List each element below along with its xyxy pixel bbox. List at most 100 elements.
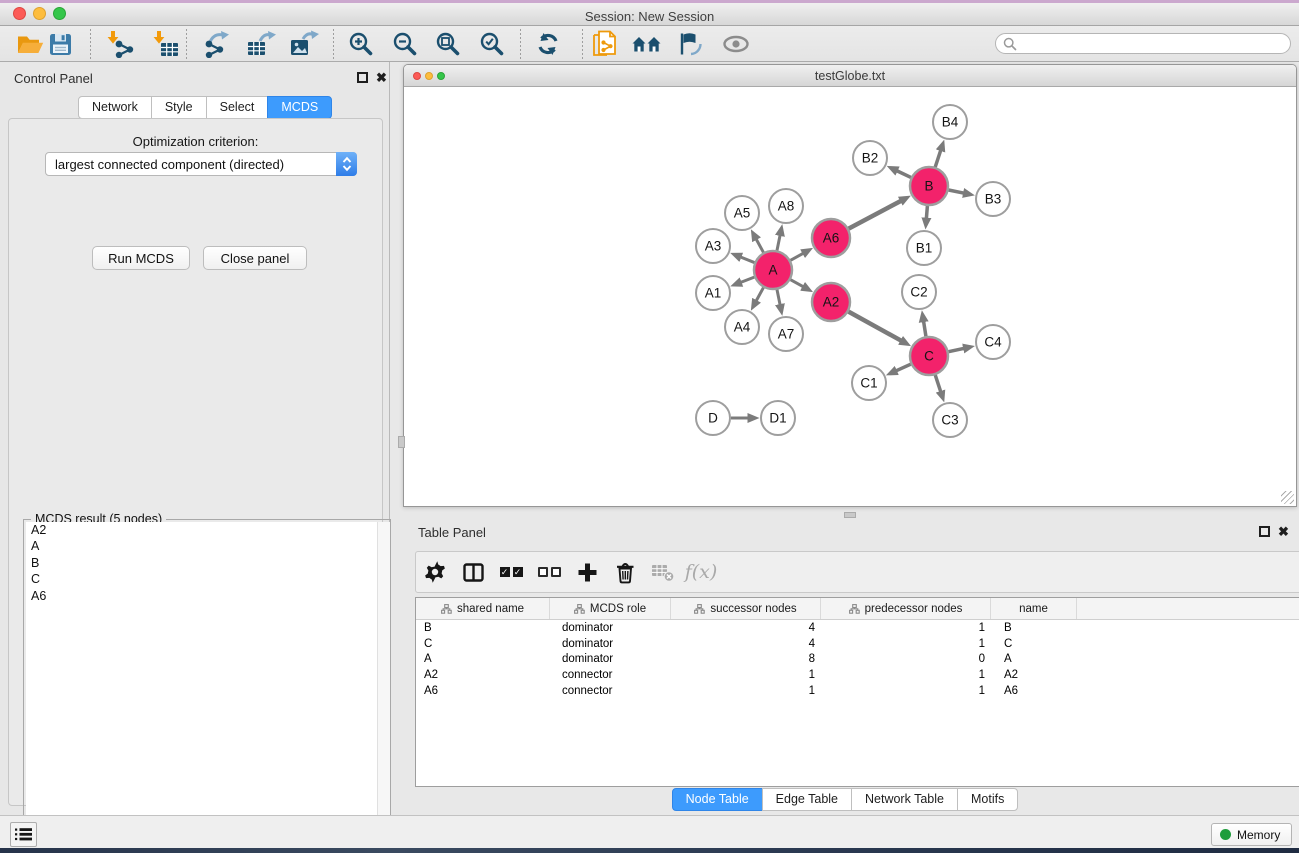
result-item[interactable]: A6 [26, 588, 390, 605]
close-table-panel-icon[interactable]: ✖ [1278, 526, 1289, 537]
search-input[interactable] [995, 33, 1291, 54]
save-session-button[interactable] [45, 29, 75, 59]
tab-style[interactable]: Style [151, 96, 207, 119]
show-hide-button[interactable] [721, 29, 751, 59]
network-window-titlebar[interactable]: testGlobe.txt [404, 65, 1296, 87]
float-panel-icon[interactable] [357, 72, 368, 83]
node-B[interactable]: B [910, 167, 948, 205]
node-A[interactable]: A [754, 251, 792, 289]
tab-mcds[interactable]: MCDS [267, 96, 332, 119]
node-D[interactable]: D [696, 401, 730, 435]
table-splitter-handle[interactable] [844, 512, 856, 518]
node-C4[interactable]: C4 [976, 325, 1010, 359]
edge-B-B1[interactable] [926, 206, 927, 218]
tab-motifs[interactable]: Motifs [957, 788, 1018, 811]
float-table-panel-icon[interactable] [1259, 526, 1270, 537]
task-history-button[interactable] [10, 822, 37, 847]
close-panel-button[interactable]: Close panel [203, 246, 307, 270]
column-header-successor-nodes[interactable]: successor nodes [671, 598, 821, 619]
zoom-out-button[interactable] [390, 29, 420, 59]
node-A1[interactable]: A1 [696, 276, 730, 310]
node-A8[interactable]: A8 [769, 189, 803, 223]
edge-B-B2[interactable] [897, 171, 911, 178]
export-network-button[interactable] [203, 29, 233, 59]
table-split-view-button[interactable] [454, 563, 492, 582]
node-A7[interactable]: A7 [769, 317, 803, 351]
node-A5[interactable]: A5 [725, 196, 759, 230]
node-B3[interactable]: B3 [976, 182, 1010, 216]
edge-A-A5[interactable] [756, 239, 763, 252]
node-C2[interactable]: C2 [902, 275, 936, 309]
window-resize-grip[interactable] [1281, 491, 1294, 504]
node-A3[interactable]: A3 [696, 229, 730, 263]
flag-visibility-button[interactable] [675, 29, 705, 59]
close-panel-icon[interactable]: ✖ [376, 72, 387, 83]
export-image-button[interactable] [289, 29, 319, 59]
node-A6[interactable]: A6 [812, 219, 850, 257]
mcds-result-list[interactable]: A2ABCA6 [26, 522, 390, 853]
edge-C-C3[interactable] [935, 375, 940, 391]
column-header-MCDS-role[interactable]: MCDS role [550, 598, 671, 619]
edge-C-C2[interactable] [924, 322, 926, 337]
node-B4[interactable]: B4 [933, 105, 967, 139]
edge-A6-B[interactable] [849, 201, 901, 229]
edge-B-B3[interactable] [949, 190, 964, 193]
node-B1[interactable]: B1 [907, 231, 941, 265]
edge-A-A3[interactable] [741, 257, 755, 262]
edge-B-B4[interactable] [935, 151, 940, 167]
table-row[interactable]: A2connector11A2 [416, 667, 1299, 683]
delete-columns-button[interactable] [606, 561, 644, 584]
node-C3[interactable]: C3 [933, 403, 967, 437]
tab-network-table[interactable]: Network Table [851, 788, 958, 811]
node-C1[interactable]: C1 [852, 366, 886, 400]
add-column-button[interactable] [568, 562, 606, 583]
network-canvas[interactable]: A A1 A2 A3 A4 A5 A6 A7 A8 B B1 B2 B3 B4 C C1 C2 C3 C4 D D1 [405, 87, 1297, 507]
edge-C-C4[interactable] [949, 348, 964, 351]
tab-select[interactable]: Select [206, 96, 269, 119]
home-layout-button[interactable] [632, 29, 662, 59]
result-item[interactable]: C [26, 572, 390, 589]
tab-edge-table[interactable]: Edge Table [762, 788, 852, 811]
result-item[interactable]: A [26, 539, 390, 556]
run-mcds-button[interactable]: Run MCDS [92, 246, 190, 270]
zoom-in-button[interactable] [346, 29, 376, 59]
table-row[interactable]: Cdominator41C [416, 636, 1299, 652]
column-header-name[interactable]: name [991, 598, 1077, 619]
panel-splitter-handle[interactable] [398, 436, 405, 448]
edge-A2-C[interactable] [849, 312, 901, 341]
unselect-all-columns-button[interactable] [530, 567, 568, 577]
edge-A-A2[interactable] [791, 280, 803, 287]
tab-node-table[interactable]: Node Table [672, 788, 763, 811]
export-table-button[interactable] [246, 29, 276, 59]
table-row[interactable]: A6connector11A6 [416, 683, 1299, 699]
refresh-view-button[interactable] [533, 29, 563, 59]
node-D1[interactable]: D1 [761, 401, 795, 435]
memory-button[interactable]: Memory [1211, 823, 1292, 846]
import-network-button[interactable] [105, 29, 135, 59]
function-builder-button[interactable]: f(x) [682, 561, 720, 583]
result-item[interactable]: B [26, 555, 390, 572]
node-A4[interactable]: A4 [725, 310, 759, 344]
edge-A-A4[interactable] [756, 288, 763, 301]
table-settings-button[interactable] [416, 561, 454, 583]
zoom-fit-button[interactable] [433, 29, 463, 59]
column-header-predecessor-nodes[interactable]: predecessor nodes [821, 598, 991, 619]
node-B2[interactable]: B2 [853, 141, 887, 175]
open-session-button[interactable] [15, 29, 45, 59]
column-header-shared-name[interactable]: shared name [416, 598, 550, 619]
edge-C-C1[interactable] [896, 364, 910, 370]
new-network-button[interactable] [590, 29, 620, 59]
select-all-columns-button[interactable]: ✓ ✓ [492, 567, 530, 577]
edge-A-A7[interactable] [777, 290, 780, 305]
import-table-button[interactable] [151, 29, 181, 59]
delete-table-button[interactable] [644, 562, 682, 582]
edge-A-A8[interactable] [777, 235, 780, 250]
node-A2[interactable]: A2 [812, 283, 850, 321]
criterion-select[interactable]: largest connected component (directed) [45, 152, 357, 176]
node-C[interactable]: C [910, 337, 948, 375]
edge-A-A1[interactable] [741, 277, 754, 282]
zoom-selected-button[interactable] [477, 29, 507, 59]
edge-A-A6[interactable] [791, 253, 803, 260]
table-row[interactable]: Bdominator41B [416, 620, 1299, 636]
result-item[interactable]: A2 [26, 522, 390, 539]
